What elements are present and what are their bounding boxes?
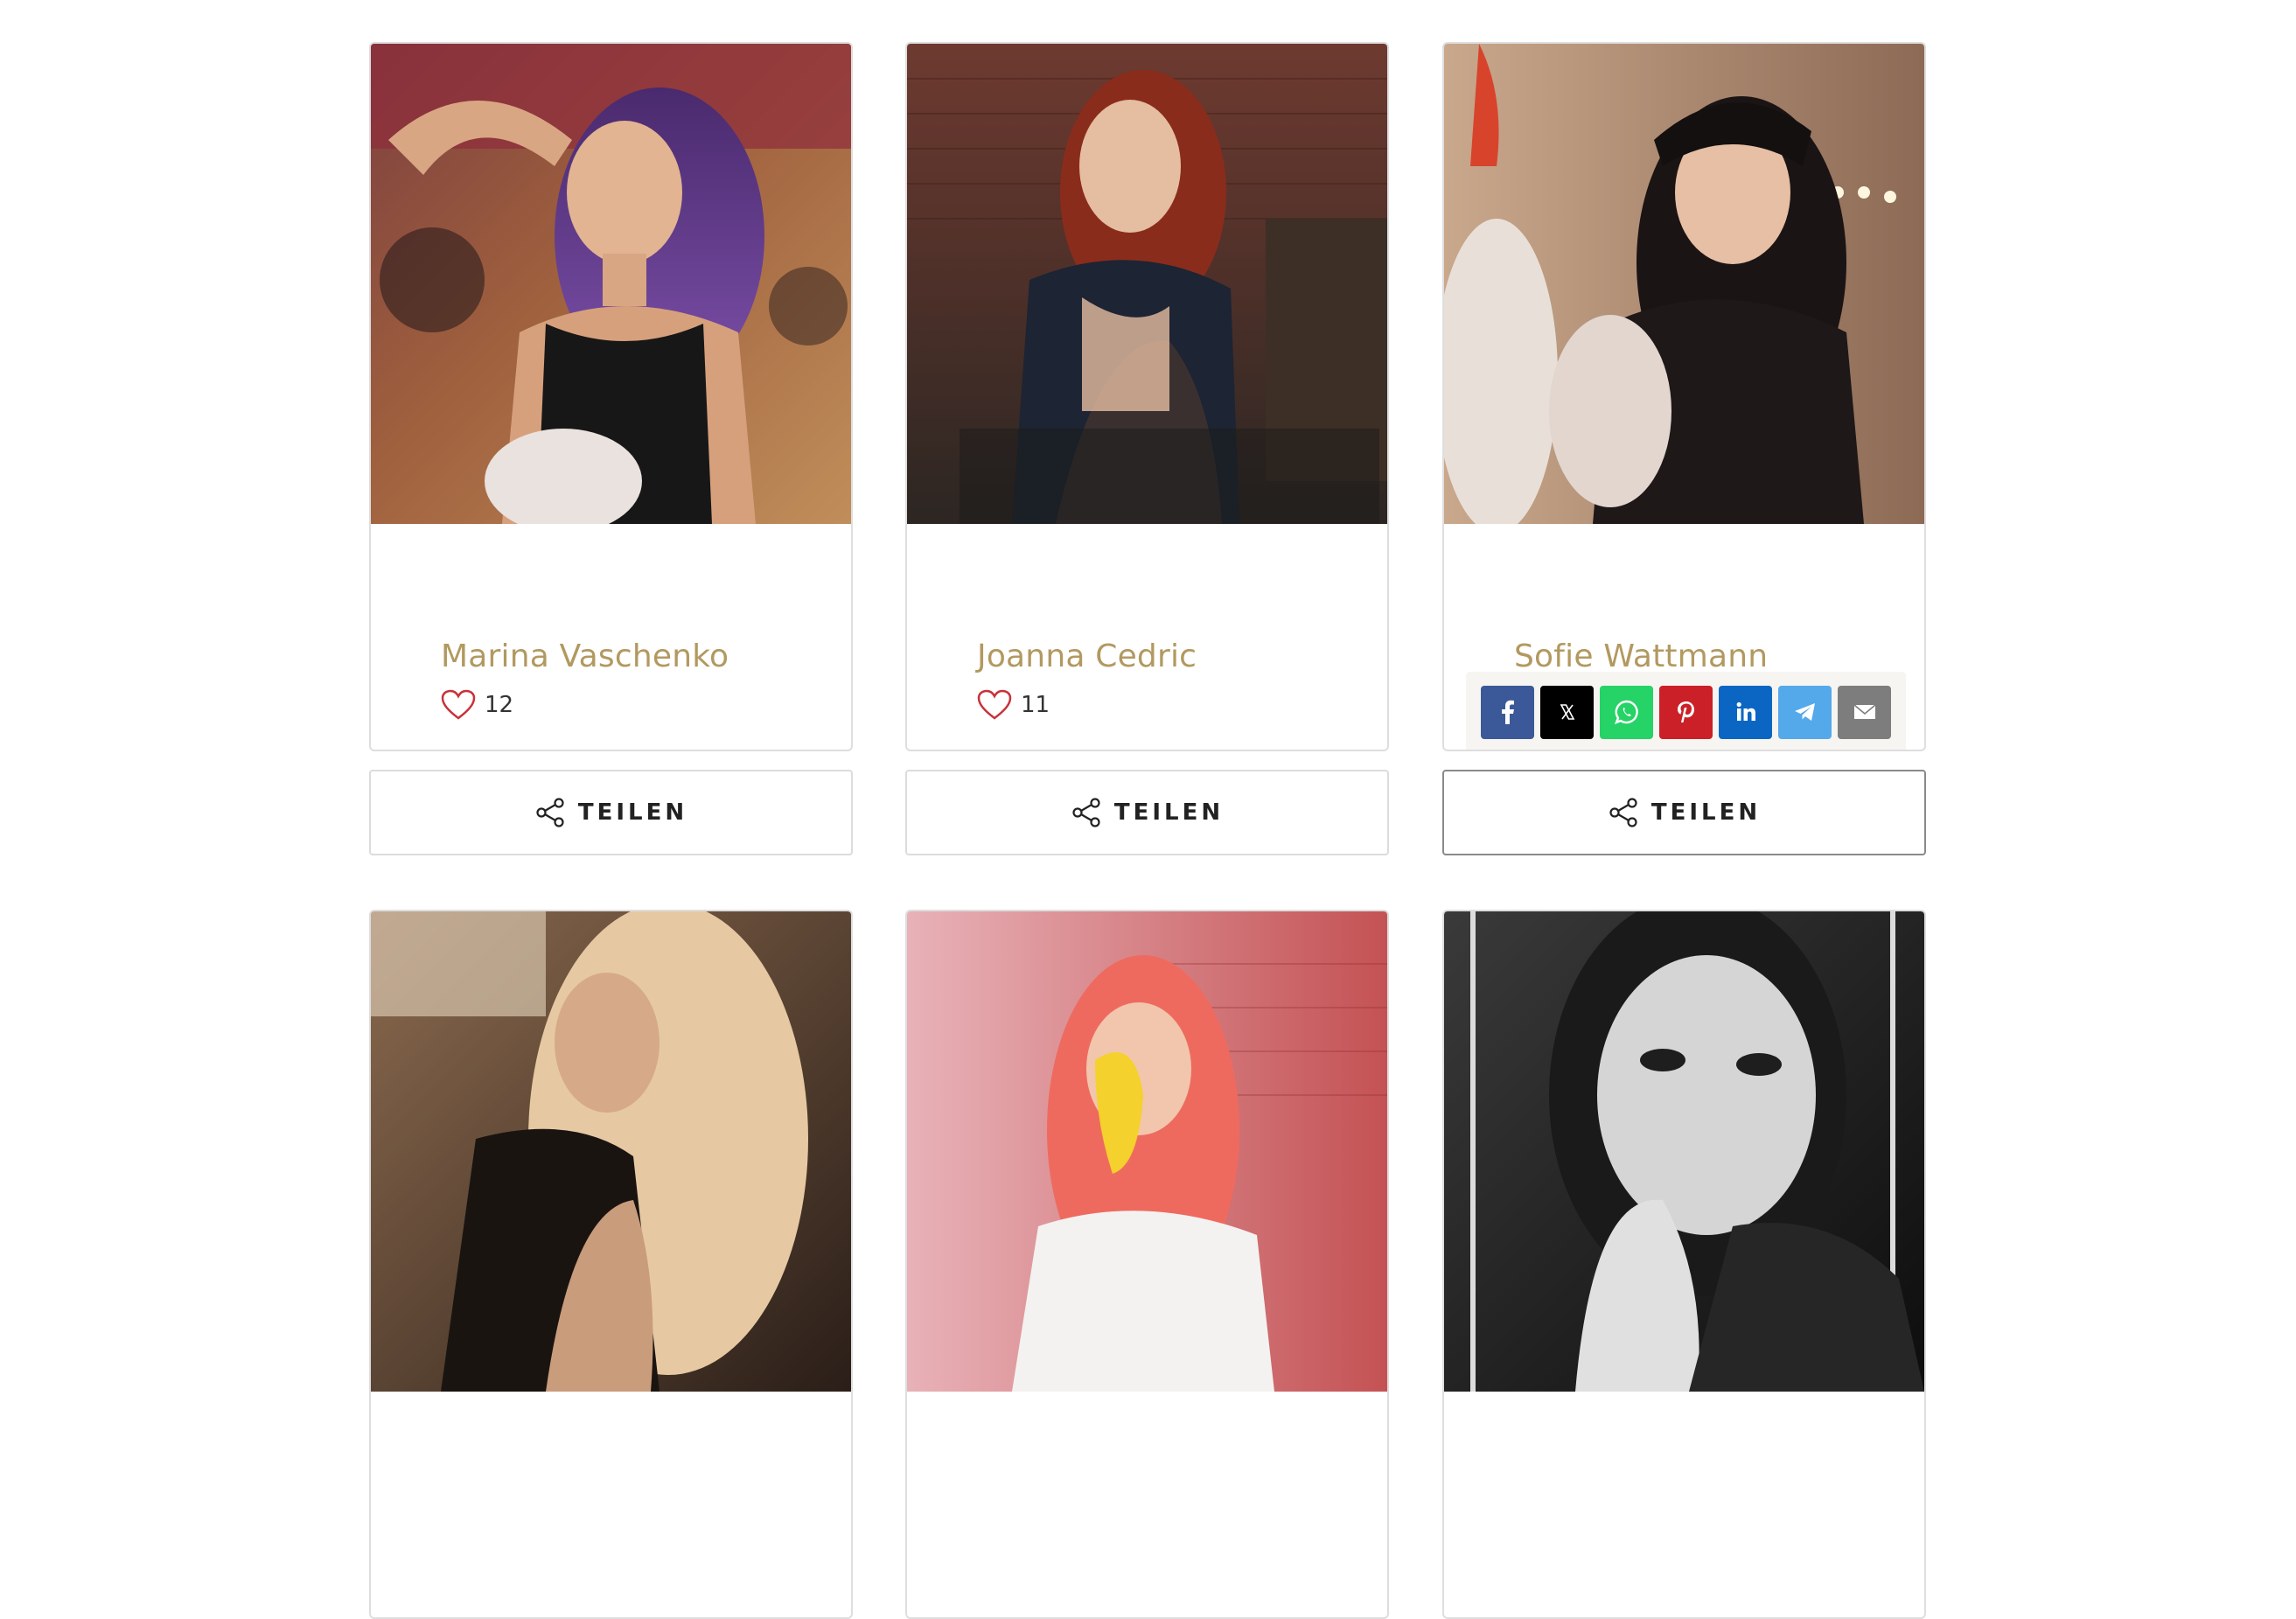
profile-card-frame: [905, 910, 1389, 1619]
profile-name[interactable]: Sofie Wattmann: [1514, 639, 1768, 674]
profile-photo[interactable]: [371, 911, 851, 1392]
share-button[interactable]: TEILEN: [369, 770, 853, 855]
x-share-button[interactable]: [1540, 685, 1594, 739]
share-button[interactable]: TEILEN: [905, 770, 1389, 855]
whatsapp-icon: [1614, 700, 1638, 725]
heart-icon: [441, 689, 476, 720]
share-label: TEILEN: [577, 799, 688, 826]
share-button[interactable]: TEILEN: [1442, 770, 1926, 855]
profile-card-frame: [369, 910, 853, 1619]
telegram-icon: [1794, 703, 1815, 721]
pinterest-icon: [1677, 701, 1694, 722]
profile-photo[interactable]: [1444, 911, 1924, 1392]
linkedin-icon: [1736, 701, 1755, 721]
linkedin-share-button[interactable]: [1719, 685, 1772, 739]
profile-photo[interactable]: [1444, 44, 1924, 524]
share-icon: [536, 798, 564, 827]
share-label: TEILEN: [1113, 799, 1225, 826]
email-share-button[interactable]: [1838, 685, 1891, 739]
facebook-share-button[interactable]: [1481, 685, 1534, 739]
share-icon: [1072, 798, 1100, 827]
share-popup: [1466, 672, 1906, 750]
profile-card-frame: [1442, 910, 1926, 1619]
heart-icon: [977, 689, 1012, 720]
profile-card-frame: Joanna Cedric 11: [905, 42, 1389, 751]
share-label: TEILEN: [1650, 799, 1762, 826]
likes-count: 12: [485, 692, 514, 718]
pinterest-share-button[interactable]: [1659, 685, 1713, 739]
likes-count: 11: [1021, 692, 1050, 718]
profile-photo[interactable]: [371, 44, 851, 524]
whatsapp-share-button[interactable]: [1600, 685, 1653, 739]
profile-name[interactable]: Marina Vaschenko: [441, 639, 729, 674]
x-icon: [1560, 704, 1574, 720]
profile-photo[interactable]: [907, 44, 1387, 524]
profile-card-frame: Sofie Wattmann 10: [1442, 42, 1926, 751]
telegram-share-button[interactable]: [1778, 685, 1832, 739]
share-icon: [1609, 798, 1637, 827]
like-button[interactable]: 12: [441, 689, 513, 721]
facebook-icon: [1501, 700, 1514, 724]
profile-name[interactable]: Joanna Cedric: [977, 639, 1197, 674]
email-icon: [1853, 704, 1876, 719]
like-button[interactable]: 11: [977, 689, 1050, 721]
profile-card-frame: Marina Vaschenko 12: [369, 42, 853, 751]
profile-photo[interactable]: [907, 911, 1387, 1392]
profile-gallery: Marina Vaschenko 12 TEILEN Joanna Cedric…: [0, 0, 2296, 1619]
